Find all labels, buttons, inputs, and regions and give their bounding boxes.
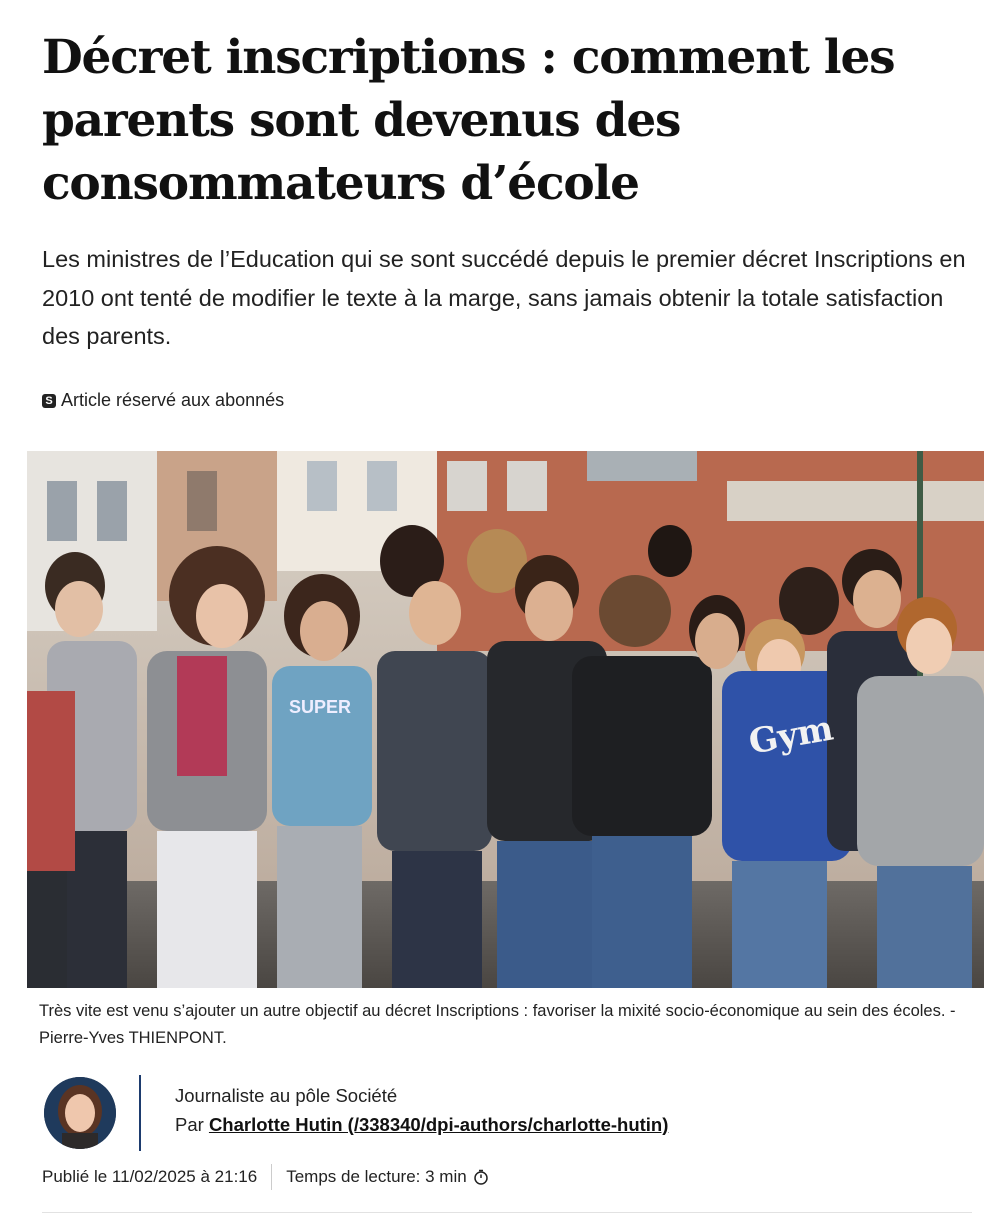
premium-indicator: S Article réservé aux abonnés <box>42 390 284 411</box>
article-title: Décret inscriptions : comment les parent… <box>42 30 896 211</box>
author-avatar[interactable] <box>44 1077 116 1149</box>
hoodie-print-super: SUPER <box>289 697 351 717</box>
students-photo-illustration: Gym SUPER <box>27 451 984 988</box>
article-photo[interactable]: Gym SUPER <box>27 451 984 988</box>
author-divider <box>139 1075 141 1151</box>
article-meta: Publié le 11/02/2025 à 21:16 Temps de le… <box>42 1164 489 1190</box>
article-lead: Les ministres de l’Education qui se sont… <box>42 246 966 349</box>
section-divider <box>42 1212 972 1213</box>
photo-caption: Très vite est venu s’ajouter un autre ob… <box>39 1002 956 1047</box>
stopwatch-icon <box>473 1169 488 1185</box>
premium-label: Article réservé aux abonnés <box>61 390 285 410</box>
author-link[interactable]: Charlotte Hutin (/338340/dpi-authors/cha… <box>209 1114 668 1135</box>
author-block: Journaliste au pôle Société Par Charlott… <box>42 1073 972 1153</box>
meta-separator <box>271 1164 273 1190</box>
subscriber-icon: S <box>42 393 56 408</box>
byline-prefix: Par <box>175 1114 209 1135</box>
author-byline: Par Charlotte Hutin (/338340/dpi-authors… <box>175 1114 668 1136</box>
author-portrait-icon <box>44 1077 116 1149</box>
reading-time: Temps de lecture: 3 min <box>286 1167 467 1186</box>
author-role: Journaliste au pôle Société <box>175 1085 398 1106</box>
published-date: Publié le 11/02/2025 à 21:16 <box>42 1167 258 1186</box>
